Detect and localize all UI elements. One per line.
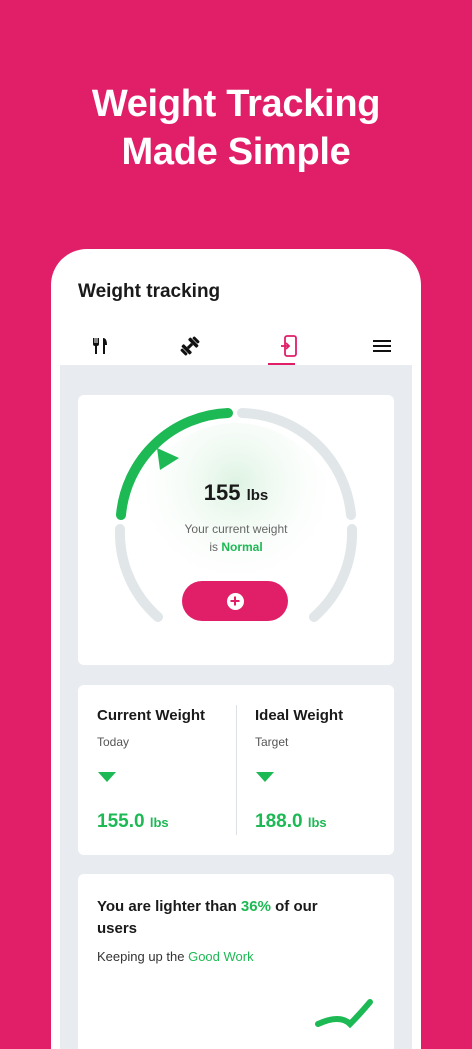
weight-number: 155 [203, 480, 241, 505]
trend-curve [315, 999, 373, 1029]
stat-subtitle: Target [255, 735, 289, 749]
tab-bar [60, 327, 412, 365]
weight-unit: lbs [246, 487, 269, 504]
tab-weight[interactable] [260, 327, 320, 365]
comparison-title-prefix: You are lighter than [97, 898, 237, 915]
comparison-card: You are lighter than 36% of our users Ke… [78, 874, 394, 1049]
weight-status: Normal [221, 540, 263, 554]
weight-caption-prefix: is [209, 540, 218, 554]
triangle-down-icon [98, 772, 116, 782]
stat-unit: lbs [149, 815, 169, 830]
stat-subtitle: Today [97, 735, 130, 749]
stat-title: Ideal Weight [255, 707, 344, 724]
tab-exercise[interactable] [160, 327, 220, 365]
plus-circle-icon [226, 592, 244, 610]
weight-caption: Your current weight is Normal [78, 520, 394, 556]
dumbbell-icon [180, 336, 200, 356]
ideal-weight-stat: Ideal Weight Target 188.0 lbs [255, 685, 405, 855]
comparison-title: You are lighter than 36% of our users [97, 896, 337, 940]
stat-value: 155.0 lbs [97, 811, 169, 833]
stat-unit: lbs [307, 815, 327, 830]
stat-number: 155.0 [97, 811, 145, 832]
comparison-percent: 36% [240, 898, 271, 915]
fork-knife-icon [93, 338, 107, 354]
hero-line-2: Made Simple [121, 131, 351, 173]
hero-heading: Weight Tracking Made Simple [0, 80, 472, 176]
phone-screen: Weight tracking 155 lbs Your current wei… [51, 249, 421, 1049]
weight-gauge-card: 155 lbs Your current weight is Normal [78, 395, 394, 665]
stat-number: 188.0 [255, 811, 303, 832]
app-title: Weight tracking [78, 281, 221, 302]
triangle-down-icon [256, 772, 274, 782]
main-content: 155 lbs Your current weight is Normal Cu… [60, 365, 412, 1049]
weight-caption-line2: is Normal [78, 538, 394, 556]
stat-divider [236, 705, 237, 835]
tab-food[interactable] [70, 327, 130, 365]
tab-menu[interactable] [352, 327, 412, 365]
phone-login-icon [281, 335, 297, 357]
comparison-sub-prefix: Keeping up the [97, 949, 185, 964]
hamburger-menu-icon [373, 340, 391, 352]
comparison-subtitle: Keeping up the Good Work [97, 949, 254, 964]
add-weight-button[interactable] [182, 581, 288, 621]
hero-line-1: Weight Tracking [91, 83, 381, 125]
weight-caption-line1: Your current weight [184, 522, 288, 536]
current-weight-stat: Current Weight Today 155.0 lbs [97, 685, 247, 855]
comparison-sub-highlight: Good Work [188, 949, 254, 964]
weight-stats-card: Current Weight Today 155.0 lbs Ideal Wei… [78, 685, 394, 855]
current-weight-display: 155 lbs [78, 480, 394, 506]
stat-title: Current Weight [97, 707, 206, 724]
stat-value: 188.0 lbs [255, 811, 327, 833]
